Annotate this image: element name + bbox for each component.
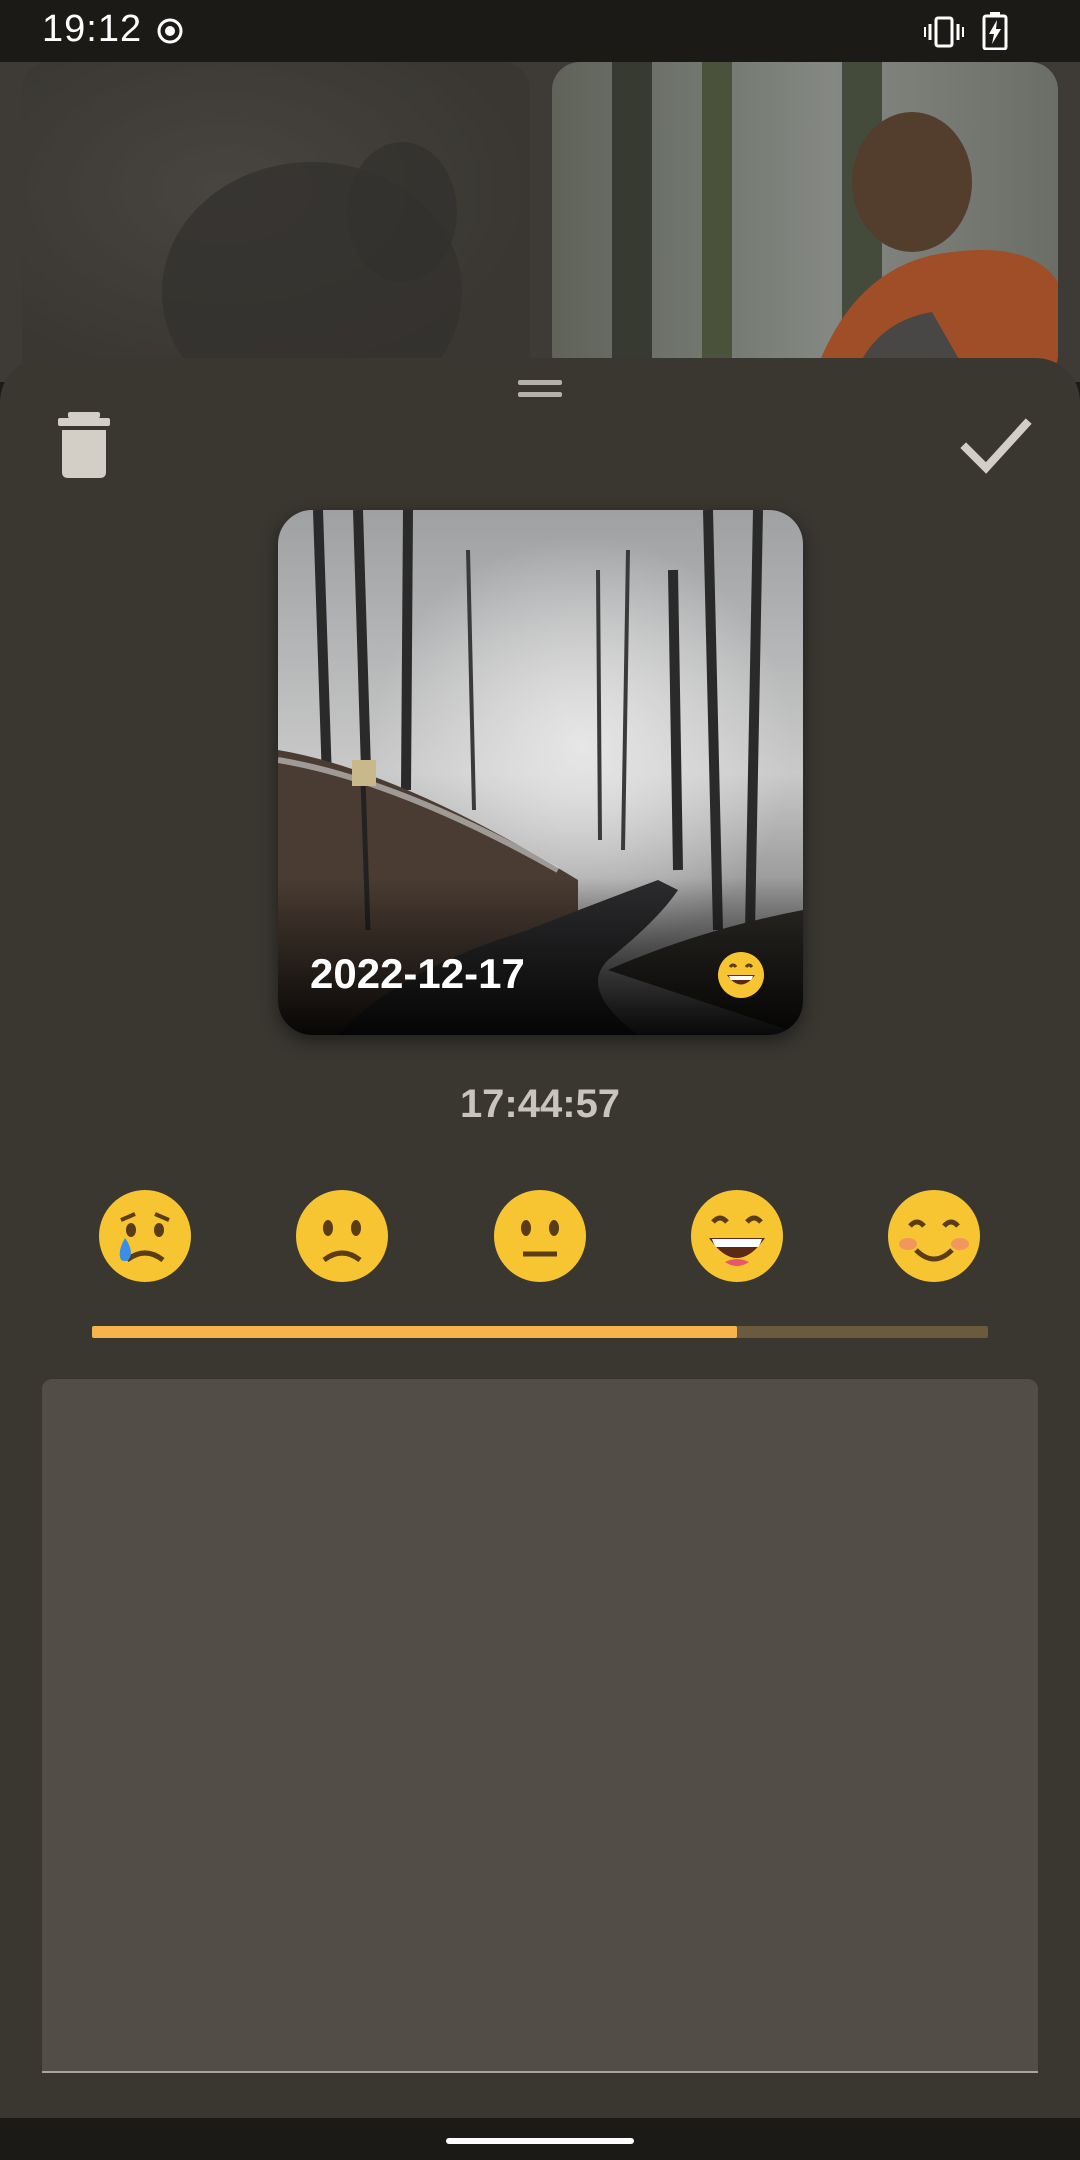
drag-handle[interactable] (518, 380, 562, 400)
neutral-face-icon[interactable] (490, 1186, 590, 1286)
background-scrim[interactable] (0, 62, 1080, 382)
status-bar: 19:12 (0, 0, 1080, 62)
screen-record-icon (157, 18, 183, 44)
battery-charging-icon (982, 12, 1008, 50)
grinning-face-icon[interactable] (687, 1186, 787, 1286)
note-input[interactable] (42, 1379, 1038, 2073)
screen: 19:12 2022-12-17 17:44:57 (0, 0, 1080, 2160)
smiling-face-icon[interactable] (884, 1186, 984, 1286)
entry-photo-card[interactable]: 2022-12-17 (278, 510, 803, 1035)
status-time: 19:12 (42, 8, 143, 50)
slightly-frowning-face-icon[interactable] (292, 1186, 392, 1286)
vibrate-icon (924, 16, 964, 48)
mood-selector (0, 1186, 1080, 1286)
navigation-bar (0, 2118, 1080, 2160)
grinning-face-icon (718, 952, 764, 998)
entry-date: 2022-12-17 (310, 950, 525, 997)
home-indicator[interactable] (446, 2138, 634, 2144)
trash-icon[interactable] (46, 406, 122, 482)
entry-bottom-sheet: 2022-12-17 17:44:57 (0, 358, 1080, 2118)
crying-face-icon[interactable] (95, 1186, 195, 1286)
mood-slider-fill (92, 1326, 738, 1338)
checkmark-icon[interactable] (956, 406, 1036, 486)
mood-slider[interactable] (92, 1326, 988, 1338)
entry-time: 17:44:57 (459, 1082, 621, 1126)
